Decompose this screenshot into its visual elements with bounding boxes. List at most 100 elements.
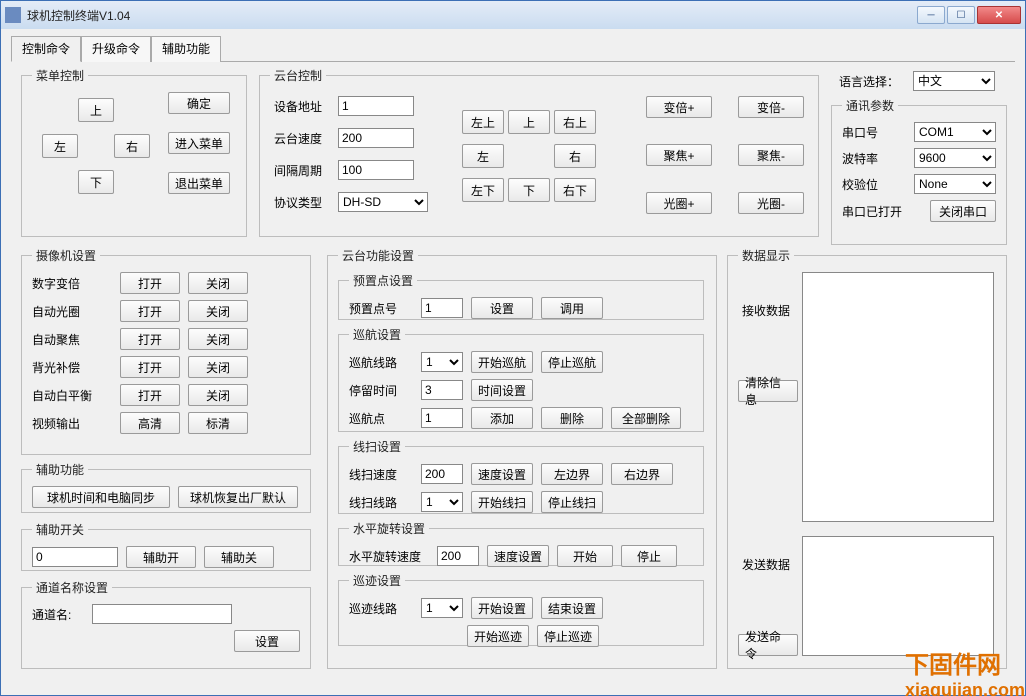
btn-cruise-stop[interactable]: 停止巡航 — [541, 351, 603, 373]
group-linescan: 线扫设置 线扫速度速度设置左边界右边界 线扫线路1开始线扫停止线扫 — [338, 438, 704, 514]
btn-channel-set[interactable]: 设置 — [234, 630, 300, 652]
btn-lu[interactable]: 左上 — [462, 110, 504, 134]
legend-ptz-func: 云台功能设置 — [338, 247, 418, 264]
lbl-auto-iris: 自动光圈 — [32, 303, 112, 320]
btn-trace-start-set[interactable]: 开始设置 — [471, 597, 533, 619]
btn-enter-menu[interactable]: 进入菜单 — [168, 132, 230, 154]
lbl-parity: 校验位 — [842, 176, 890, 193]
btn-u[interactable]: 上 — [508, 110, 550, 134]
minimize-button[interactable]: ─ — [917, 6, 945, 24]
lbl-proto: 协议类型 — [274, 194, 322, 211]
lbl-trace-line: 巡迹线路 — [349, 600, 413, 617]
btn-hr-start[interactable]: 开始 — [557, 545, 613, 567]
group-preset: 预置点设置 预置点号设置调用 — [338, 272, 704, 320]
btn-focus-minus[interactable]: 聚焦- — [738, 144, 804, 166]
btn-up[interactable]: 上 — [78, 98, 114, 122]
btn-close-com[interactable]: 关闭串口 — [930, 200, 996, 222]
select-trace-line[interactable]: 1 — [421, 598, 463, 618]
btn-trace-start[interactable]: 开始巡迹 — [467, 625, 529, 647]
select-ls-line[interactable]: 1 — [421, 492, 463, 512]
btn-rd[interactable]: 右下 — [554, 178, 596, 202]
maximize-button[interactable]: ☐ — [947, 6, 975, 24]
btn-hr-stop[interactable]: 停止 — [621, 545, 677, 567]
input-aux[interactable] — [32, 547, 118, 567]
btn-sd[interactable]: 标清 — [188, 412, 248, 434]
btn-blc-close[interactable]: 关闭 — [188, 356, 248, 378]
input-stay-time[interactable] — [421, 380, 463, 400]
btn-autofocus-close[interactable]: 关闭 — [188, 328, 248, 350]
btn-l[interactable]: 左 — [462, 144, 504, 168]
input-ptz-speed[interactable] — [338, 128, 414, 148]
titlebar: 球机控制终端V1.04 ─ ☐ ✕ — [1, 1, 1025, 29]
input-hr-speed[interactable] — [437, 546, 479, 566]
select-cruise-line[interactable]: 1 — [421, 352, 463, 372]
group-ptz-control: 云台控制 设备地址 云台速度 间隔周期 协议类型 DH-SD 左上 上 右上 左… — [259, 67, 819, 237]
btn-cruise-start[interactable]: 开始巡航 — [471, 351, 533, 373]
input-interval[interactable] — [338, 160, 414, 180]
select-baud[interactable]: 9600 — [914, 148, 996, 168]
ta-recv[interactable] — [802, 272, 994, 522]
btn-right[interactable]: 右 — [114, 134, 150, 158]
btn-down[interactable]: 下 — [78, 170, 114, 194]
close-button[interactable]: ✕ — [977, 6, 1021, 24]
btn-exit-menu[interactable]: 退出菜单 — [168, 172, 230, 194]
btn-ls-left[interactable]: 左边界 — [541, 463, 603, 485]
btn-ls-speed-set[interactable]: 速度设置 — [471, 463, 533, 485]
tab-control-cmd[interactable]: 控制命令 — [11, 36, 81, 62]
lbl-channel-name: 通道名: — [32, 606, 84, 623]
select-parity[interactable]: None — [914, 174, 996, 194]
btn-trace-end-set[interactable]: 结束设置 — [541, 597, 603, 619]
btn-ru[interactable]: 右上 — [554, 110, 596, 134]
btn-hd[interactable]: 高清 — [120, 412, 180, 434]
btn-r[interactable]: 右 — [554, 144, 596, 168]
btn-send-cmd[interactable]: 发送命令 — [738, 634, 798, 656]
btn-cruise-delall[interactable]: 全部删除 — [611, 407, 681, 429]
btn-left[interactable]: 左 — [42, 134, 78, 158]
btn-ok[interactable]: 确定 — [168, 92, 230, 114]
lbl-language: 语言选择： — [839, 73, 899, 90]
btn-focus-plus[interactable]: 聚焦+ — [646, 144, 712, 166]
select-com[interactable]: COM1 — [914, 122, 996, 142]
btn-preset-set[interactable]: 设置 — [471, 297, 533, 319]
legend-linescan: 线扫设置 — [349, 438, 405, 455]
btn-cruise-add[interactable]: 添加 — [471, 407, 533, 429]
input-channel-name[interactable] — [92, 604, 232, 624]
tab-upgrade-cmd[interactable]: 升级命令 — [81, 36, 151, 62]
btn-blc-open[interactable]: 打开 — [120, 356, 180, 378]
btn-autofocus-open[interactable]: 打开 — [120, 328, 180, 350]
btn-d[interactable]: 下 — [508, 178, 550, 202]
legend-hrotate: 水平旋转设置 — [349, 520, 429, 537]
btn-factory-reset[interactable]: 球机恢复出厂默认 — [178, 486, 298, 508]
btn-ls-right[interactable]: 右边界 — [611, 463, 673, 485]
btn-zoom-minus[interactable]: 变倍- — [738, 96, 804, 118]
btn-awb-open[interactable]: 打开 — [120, 384, 180, 406]
btn-digizoom-close[interactable]: 关闭 — [188, 272, 248, 294]
btn-ld[interactable]: 左下 — [462, 178, 504, 202]
btn-cruise-del[interactable]: 删除 — [541, 407, 603, 429]
btn-ls-start[interactable]: 开始线扫 — [471, 491, 533, 513]
btn-iris-plus[interactable]: 光圈+ — [646, 192, 712, 214]
btn-ls-stop[interactable]: 停止线扫 — [541, 491, 603, 513]
btn-clear-info[interactable]: 清除信息 — [738, 380, 798, 402]
tab-aux-func[interactable]: 辅助功能 — [151, 36, 221, 62]
btn-zoom-plus[interactable]: 变倍+ — [646, 96, 712, 118]
input-dev-addr[interactable] — [338, 96, 414, 116]
btn-autoiris-close[interactable]: 关闭 — [188, 300, 248, 322]
btn-aux-on[interactable]: 辅助开 — [126, 546, 196, 568]
btn-hr-speed-set[interactable]: 速度设置 — [487, 545, 549, 567]
btn-iris-minus[interactable]: 光圈- — [738, 192, 804, 214]
select-language[interactable]: 中文 — [913, 71, 995, 91]
select-proto[interactable]: DH-SD — [338, 192, 428, 212]
btn-digizoom-open[interactable]: 打开 — [120, 272, 180, 294]
input-preset-num[interactable] — [421, 298, 463, 318]
btn-aux-off[interactable]: 辅助关 — [204, 546, 274, 568]
btn-time-sync[interactable]: 球机时间和电脑同步 — [32, 486, 170, 508]
input-ls-speed[interactable] — [421, 464, 463, 484]
input-cruise-point[interactable] — [421, 408, 463, 428]
ta-send[interactable] — [802, 536, 994, 656]
btn-autoiris-open[interactable]: 打开 — [120, 300, 180, 322]
btn-preset-call[interactable]: 调用 — [541, 297, 603, 319]
btn-awb-close[interactable]: 关闭 — [188, 384, 248, 406]
btn-time-set[interactable]: 时间设置 — [471, 379, 533, 401]
btn-trace-stop[interactable]: 停止巡迹 — [537, 625, 599, 647]
